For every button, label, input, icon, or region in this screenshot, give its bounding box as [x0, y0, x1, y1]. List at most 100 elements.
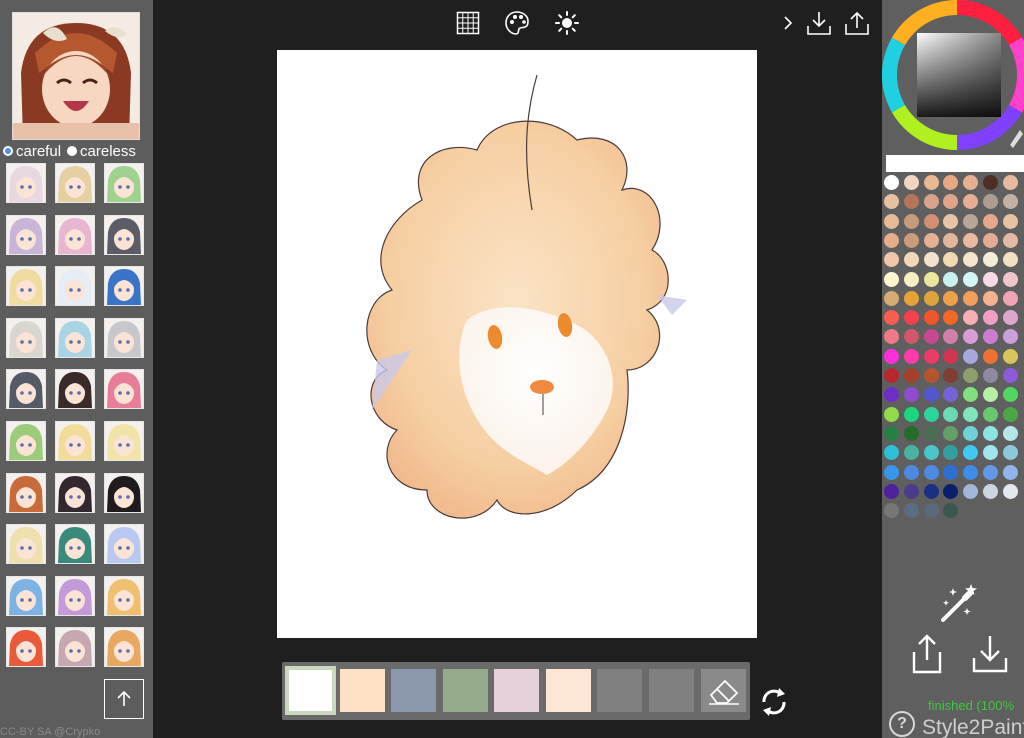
reference-thumbnail[interactable]	[104, 627, 144, 668]
palette-color[interactable]	[1002, 348, 1018, 364]
grid-button[interactable]	[455, 10, 481, 36]
palette-color[interactable]	[1002, 445, 1018, 461]
reference-thumbnail[interactable]	[104, 472, 144, 513]
palette-color[interactable]	[963, 368, 979, 383]
palette-color[interactable]	[983, 483, 998, 499]
palette-color[interactable]	[1002, 425, 1018, 441]
reference-thumbnail[interactable]	[6, 421, 46, 461]
palette-color[interactable]	[1002, 483, 1018, 499]
palette-color[interactable]	[884, 290, 899, 306]
palette-color[interactable]	[963, 213, 979, 229]
palette-color[interactable]	[963, 348, 979, 364]
palette-color[interactable]	[963, 445, 979, 461]
palette-color[interactable]	[923, 175, 939, 190]
palette-color[interactable]	[1002, 329, 1018, 345]
palette-color[interactable]	[963, 271, 979, 287]
palette-color[interactable]	[923, 503, 939, 519]
palette-color[interactable]	[983, 406, 998, 422]
palette-color[interactable]	[983, 194, 998, 210]
palette-color[interactable]	[943, 271, 959, 287]
palette-color[interactable]	[923, 425, 939, 441]
reference-thumbnail[interactable]	[6, 317, 46, 358]
palette-color[interactable]	[903, 252, 919, 268]
reference-thumbnail[interactable]	[104, 369, 144, 410]
palette-color[interactable]	[943, 368, 959, 383]
reference-thumbnail[interactable]	[6, 627, 46, 668]
palette-color[interactable]	[903, 503, 919, 519]
color-hint-swatch[interactable]	[339, 669, 385, 712]
palette-button[interactable]	[504, 10, 530, 36]
palette-color[interactable]	[903, 213, 919, 229]
palette-color[interactable]	[963, 194, 979, 210]
palette-color[interactable]	[943, 290, 959, 306]
palette-color[interactable]	[943, 232, 959, 248]
palette-color[interactable]	[1002, 213, 1018, 229]
palette-color[interactable]	[923, 194, 939, 210]
color-hint-swatch[interactable]	[391, 669, 436, 712]
palette-color[interactable]	[983, 213, 998, 229]
palette-color[interactable]	[903, 310, 919, 326]
palette-color[interactable]	[884, 252, 899, 268]
palette-color[interactable]	[963, 232, 979, 248]
palette-color[interactable]	[903, 387, 919, 403]
palette-color[interactable]	[903, 425, 919, 441]
palette-color[interactable]	[943, 406, 959, 422]
reference-thumbnail[interactable]	[55, 214, 95, 255]
palette-color[interactable]	[884, 387, 899, 403]
palette-color[interactable]	[983, 290, 998, 306]
palette-color[interactable]	[884, 175, 899, 190]
palette-color[interactable]	[943, 503, 959, 519]
mode-careless[interactable]: careless	[67, 143, 136, 160]
palette-color[interactable]	[983, 175, 998, 190]
color-hint-swatch[interactable]	[545, 669, 591, 712]
palette-color[interactable]	[963, 310, 979, 326]
reference-thumbnail[interactable]	[55, 163, 95, 203]
palette-color[interactable]	[983, 425, 998, 441]
palette-color[interactable]	[923, 464, 939, 480]
palette-color[interactable]	[963, 175, 979, 190]
mode-careful[interactable]: careful	[3, 143, 61, 160]
reference-thumbnail[interactable]	[6, 524, 46, 565]
download-result-button[interactable]	[971, 634, 1009, 674]
palette-color[interactable]	[884, 232, 899, 248]
palette-color[interactable]	[963, 329, 979, 345]
palette-color[interactable]	[923, 483, 939, 499]
palette-color[interactable]	[903, 329, 919, 345]
palette-color[interactable]	[1002, 387, 1018, 403]
palette-color[interactable]	[943, 252, 959, 268]
magic-colorize-button[interactable]	[937, 582, 979, 624]
palette-color[interactable]	[903, 483, 919, 499]
reference-thumbnail[interactable]	[55, 369, 95, 410]
palette-color[interactable]	[903, 175, 919, 190]
upload-button[interactable]	[104, 679, 144, 719]
reference-portrait[interactable]	[12, 12, 140, 140]
palette-color[interactable]	[884, 445, 899, 461]
share-button[interactable]	[844, 10, 870, 36]
share-result-button[interactable]	[910, 632, 944, 674]
palette-color[interactable]	[983, 445, 998, 461]
palette-color[interactable]	[1002, 310, 1018, 326]
palette-color[interactable]	[884, 329, 899, 345]
palette-color[interactable]	[1002, 290, 1018, 306]
palette-color[interactable]	[923, 252, 939, 268]
palette-color[interactable]	[884, 464, 899, 480]
palette-color[interactable]	[983, 271, 998, 287]
palette-color[interactable]	[943, 387, 959, 403]
palette-color[interactable]	[884, 310, 899, 326]
palette-color[interactable]	[1002, 232, 1018, 248]
palette-color[interactable]	[943, 213, 959, 229]
palette-color[interactable]	[923, 387, 939, 403]
color-hint-swatch[interactable]	[442, 669, 488, 712]
palette-color[interactable]	[1002, 194, 1018, 210]
palette-color[interactable]	[963, 387, 979, 403]
palette-color[interactable]	[923, 348, 939, 364]
color-hint-swatch-selected[interactable]	[285, 666, 336, 715]
palette-color[interactable]	[983, 348, 998, 364]
palette-color[interactable]	[1002, 252, 1018, 268]
reference-thumbnail[interactable]	[104, 421, 144, 461]
palette-color[interactable]	[903, 348, 919, 364]
color-wheel[interactable]	[882, 0, 1024, 151]
reference-thumbnail[interactable]	[104, 317, 144, 358]
palette-color[interactable]	[1002, 464, 1018, 480]
palette-color[interactable]	[884, 213, 899, 229]
